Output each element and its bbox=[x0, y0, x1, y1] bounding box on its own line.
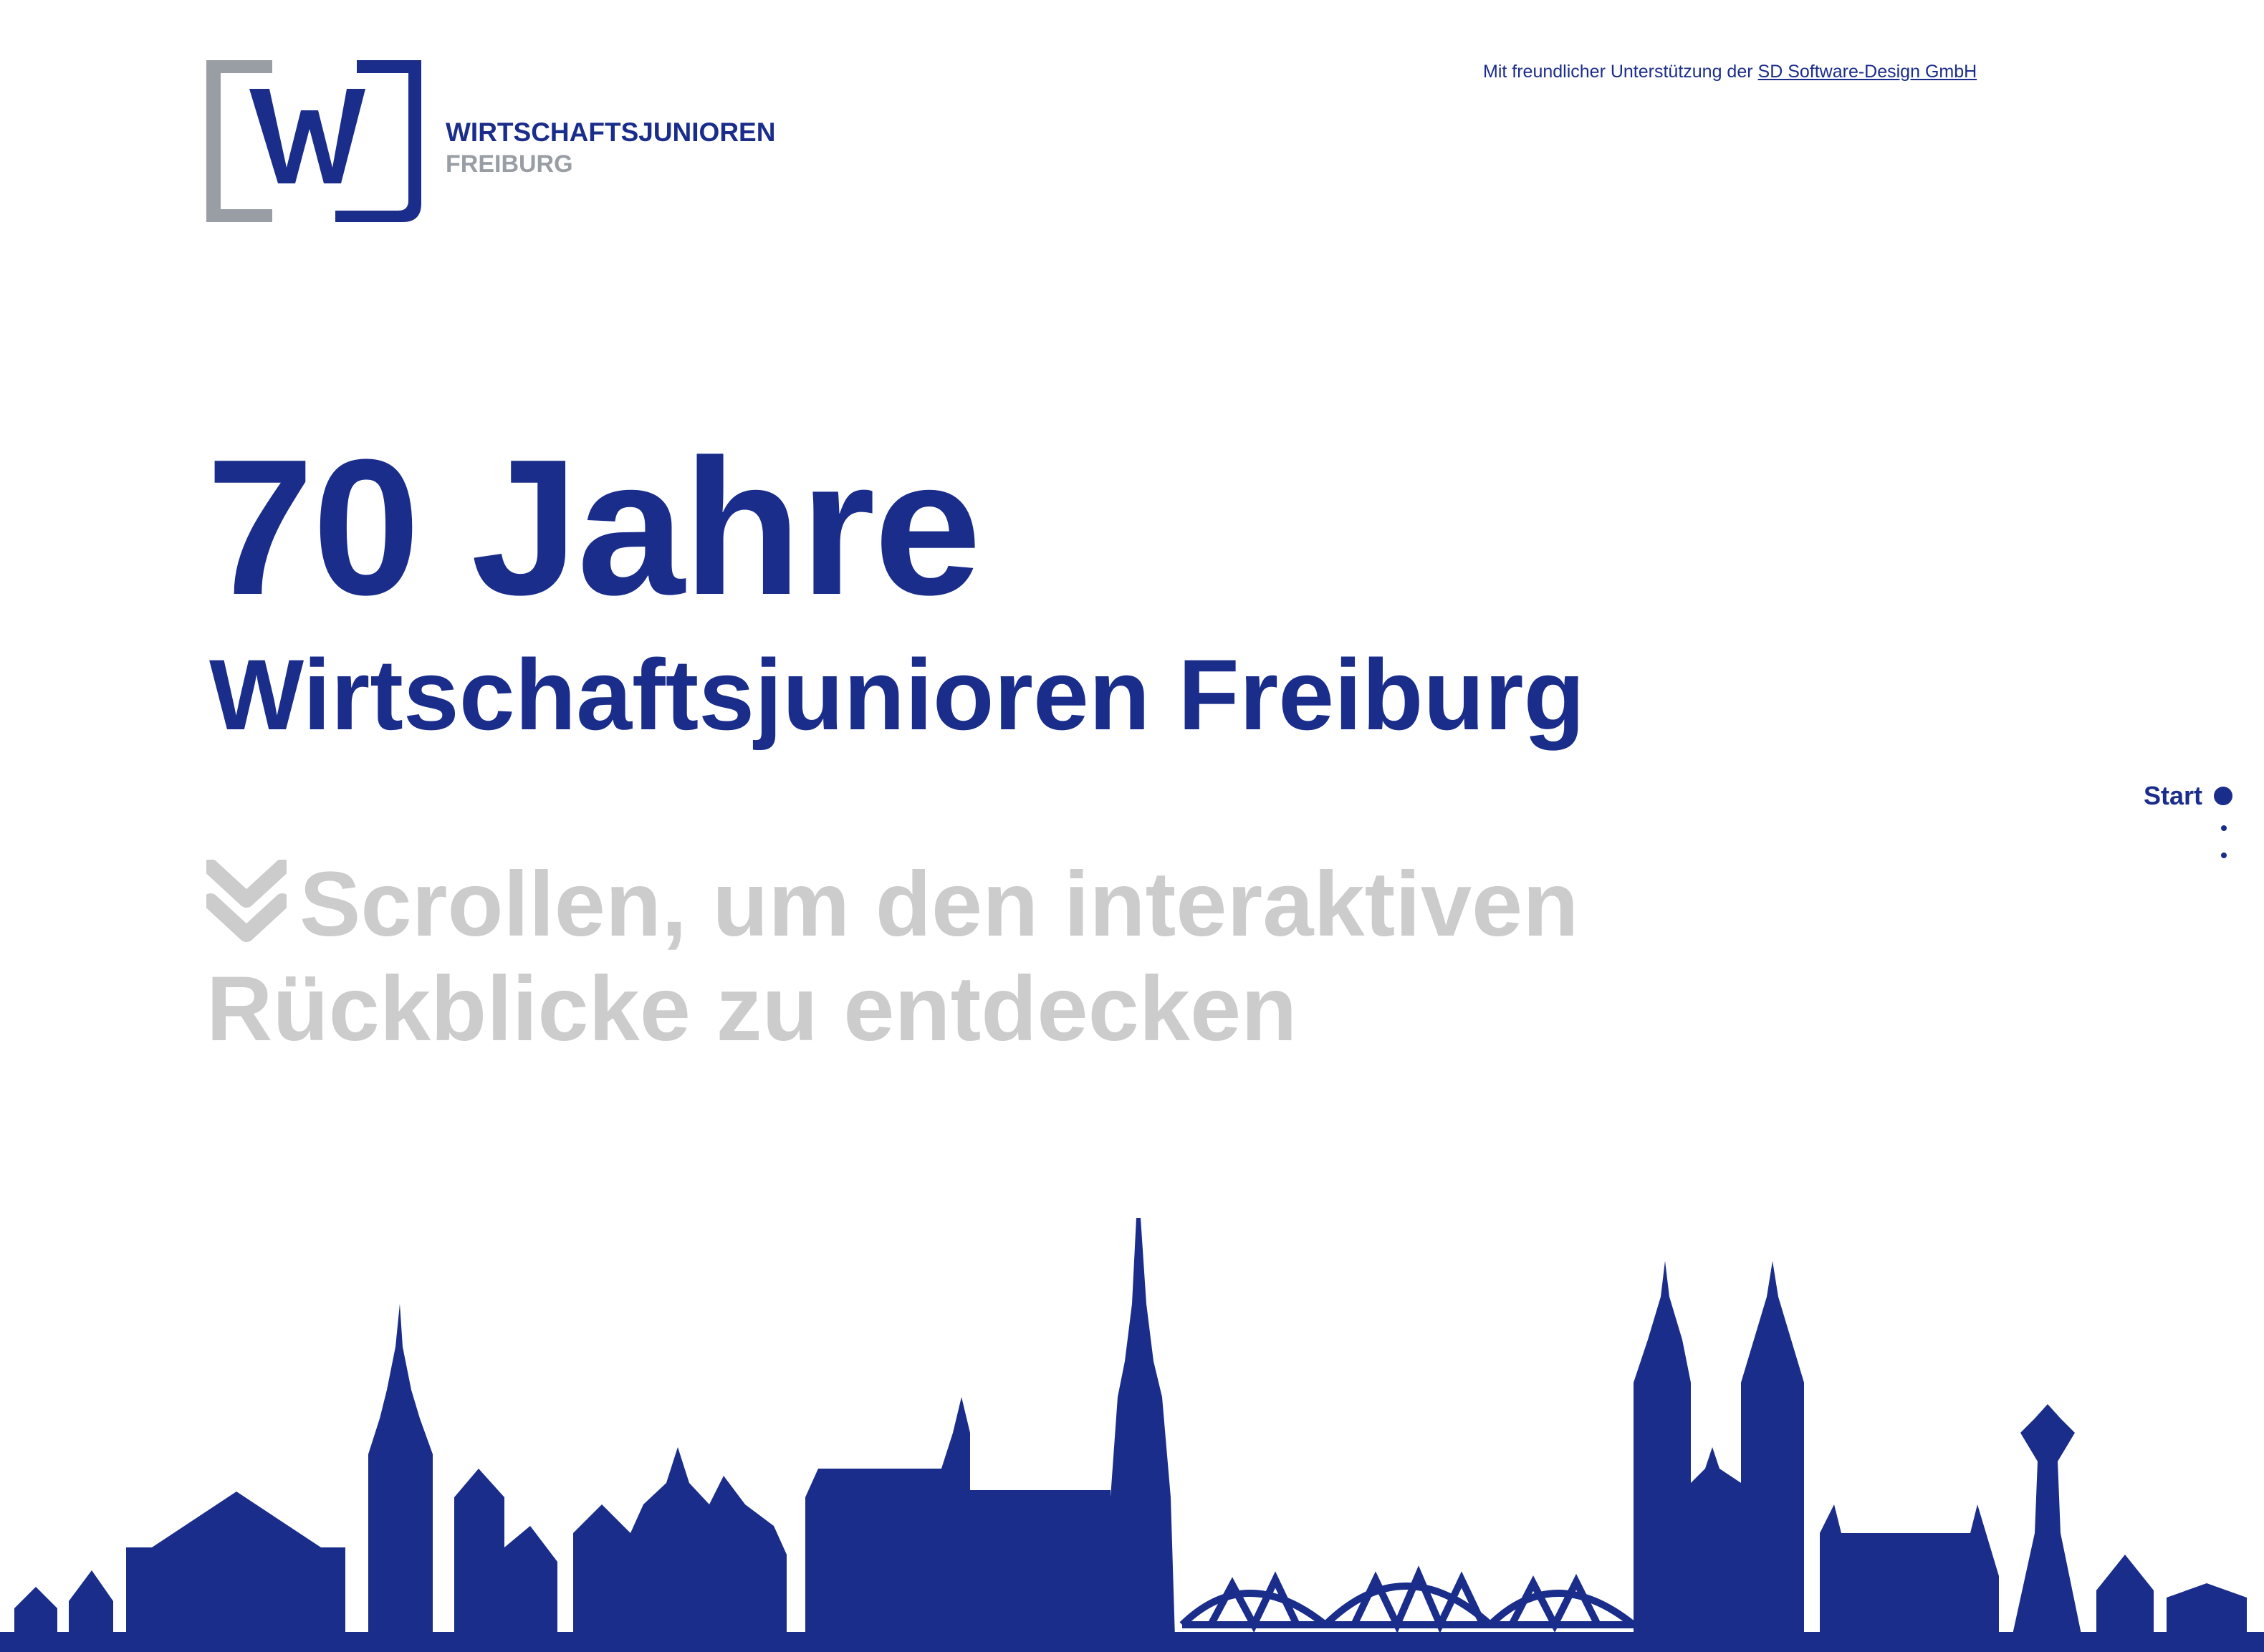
sponsor-link[interactable]: SD Software-Design GmbH bbox=[1758, 62, 1977, 82]
brand-logo[interactable]: WIRTSCHAFTSJUNIOREN FREIBURG bbox=[206, 60, 780, 225]
nav-dot[interactable] bbox=[2221, 825, 2227, 831]
page-subtitle: Wirtschaftsjunioren Freiburg bbox=[209, 638, 1586, 751]
scroll-hint[interactable]: Scrollen, um den interaktiven Rückblicke… bbox=[206, 853, 1639, 1062]
logo-subtitle: FREIBURG bbox=[446, 150, 573, 178]
double-chevron-down-icon bbox=[206, 860, 287, 942]
section-nav[interactable]: Start bbox=[2061, 781, 2232, 867]
nav-dot-active[interactable] bbox=[2214, 787, 2232, 805]
nav-item-start-label[interactable]: Start bbox=[2144, 781, 2202, 811]
freiburg-skyline-illustration bbox=[0, 1218, 2264, 1652]
sponsor-prefix: Mit freundlicher Unterstützung der bbox=[1483, 62, 1758, 82]
scroll-hint-line2: Rückblicke zu entdecken bbox=[206, 958, 1298, 1060]
wj-logo-mark-icon bbox=[206, 60, 421, 222]
nav-dot[interactable] bbox=[2221, 853, 2227, 858]
scroll-hint-line1: Scrollen, um den interaktiven bbox=[299, 853, 1579, 956]
logo-title: WIRTSCHAFTSJUNIOREN bbox=[446, 117, 776, 147]
page-title: 70 Jahre bbox=[206, 420, 982, 635]
sponsor-note: Mit freundlicher Unterstützung der SD So… bbox=[1483, 62, 1977, 82]
